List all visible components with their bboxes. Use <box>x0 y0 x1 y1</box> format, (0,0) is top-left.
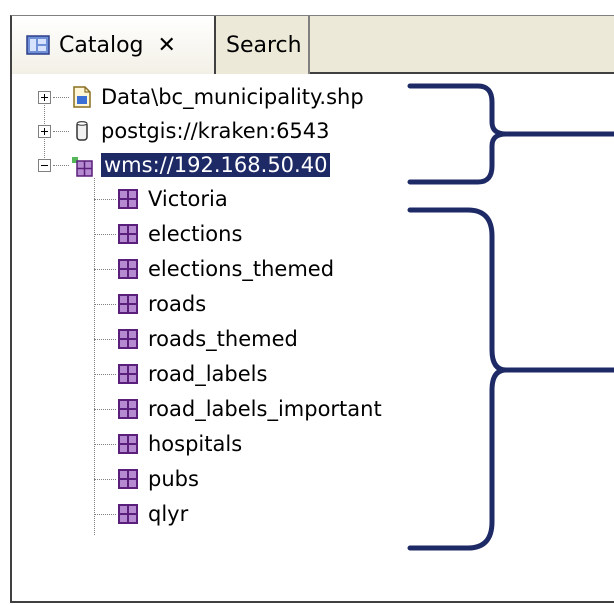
brace-top <box>407 83 614 185</box>
brace-bottom <box>407 207 614 551</box>
annotation-braces <box>407 83 614 551</box>
